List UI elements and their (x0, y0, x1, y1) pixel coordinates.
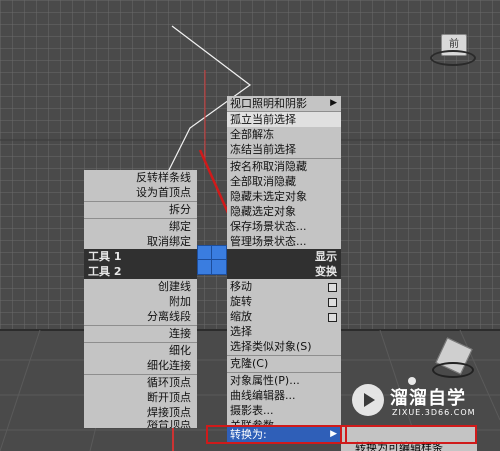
menu-item-break-vertices[interactable]: 断开顶点 (147, 390, 191, 405)
menu-item-select-similar[interactable]: 选择类似对象(S) (230, 339, 312, 354)
quad-header-tools1: 工具 1 (84, 249, 197, 264)
quad-header-transform: 变换 (227, 264, 341, 279)
menu-item-fuse-vertices[interactable]: 熔合顶点 (147, 420, 191, 428)
tools2-label: 工具 2 (88, 265, 122, 278)
quad-menu-right: 视口照明和阴影 ▶ 孤立当前选择 全部解冻 冻结当前选择 按名称取消隐藏 全部取… (227, 96, 341, 442)
menu-item-unhide-by-name[interactable]: 按名称取消隐藏 (230, 159, 307, 174)
menu-item-make-first-vertex[interactable]: 设为首顶点 (136, 185, 191, 200)
viewcube-ring (430, 50, 476, 66)
menu-item-connect[interactable]: 连接 (169, 326, 191, 341)
tools1-label: 工具 1 (88, 250, 122, 263)
menu-item-split[interactable]: 拆分 (169, 202, 191, 217)
quad-header-tools2: 工具 2 (84, 264, 197, 279)
menu-item-save-scene-state[interactable]: 保存场景状态... (230, 219, 307, 234)
menu-item-viewport-lighting[interactable]: 视口照明和阴影 ▶ (227, 96, 341, 111)
viewcube[interactable]: 前 (430, 28, 478, 68)
move-settings-icon[interactable] (328, 283, 337, 292)
menu-item-scale[interactable]: 缩放 (230, 309, 252, 324)
submenu-arrow-icon: ▶ (330, 98, 337, 108)
menu-item-cycle-vertices[interactable]: 循环顶点 (147, 375, 191, 390)
quad-header-display: 显示 (227, 249, 341, 264)
transform-label: 变换 (315, 265, 337, 278)
quad-menu-left: 反转样条线 设为首顶点 拆分 绑定 取消绑定 工具 1 工具 2 创建线 附加 … (84, 170, 197, 428)
rotate-settings-icon[interactable] (328, 298, 337, 307)
menu-item-unhide-all[interactable]: 全部取消隐藏 (230, 174, 296, 189)
menu-item-bind[interactable]: 绑定 (169, 219, 191, 234)
menu-item-curve-editor[interactable]: 曲线编辑器... (230, 388, 296, 403)
menu-item-weld-vertices[interactable]: 焊接顶点 (147, 405, 191, 420)
viewcube-3d-icon[interactable] (432, 336, 474, 380)
menu-item-hide-unselected[interactable]: 隐藏未选定对象 (230, 189, 307, 204)
display-label: 显示 (315, 250, 337, 263)
watermark-brand: 溜溜自学 (390, 388, 466, 409)
menu-item-clone[interactable]: 克隆(C) (230, 356, 268, 371)
menu-item-freeze-selection[interactable]: 冻结当前选择 (230, 142, 296, 157)
menu-item-refine[interactable]: 细化 (169, 343, 191, 358)
menu-item-select[interactable]: 选择 (230, 324, 252, 339)
watermark-logo-icon (352, 384, 384, 416)
menu-item-detach-segment[interactable]: 分离线段 (147, 309, 191, 324)
menu-item-manage-scene-states[interactable]: 管理场景状态... (230, 234, 307, 249)
viewport-lighting-label: 视口照明和阴影 (230, 97, 307, 110)
watermark: 溜溜自学 ZIXUE.3D66.COM (350, 380, 490, 424)
menu-item-create-line[interactable]: 创建线 (158, 279, 191, 294)
quad-center-indicator[interactable] (197, 245, 227, 275)
menu-item-hide-selection[interactable]: 隐藏选定对象 (230, 204, 296, 219)
highlight-box-convert-to (206, 425, 347, 444)
menu-item-refine-connect[interactable]: 细化连接 (147, 358, 191, 373)
scale-settings-icon[interactable] (328, 313, 337, 322)
menu-item-dope-sheet[interactable]: 摄影表... (230, 403, 274, 418)
menu-item-move[interactable]: 移动 (230, 279, 252, 294)
menu-item-object-properties[interactable]: 对象属性(P)... (230, 373, 300, 388)
watermark-url: ZIXUE.3D66.COM (392, 408, 476, 417)
highlight-box-submenu (340, 425, 477, 444)
menu-item-unbind[interactable]: 取消绑定 (147, 234, 191, 249)
menu-item-unfreeze-all[interactable]: 全部解冻 (230, 127, 274, 142)
menu-item-rotate[interactable]: 旋转 (230, 294, 252, 309)
menu-item-isolate-selection[interactable]: 孤立当前选择 (227, 112, 341, 127)
menu-item-reverse-spline[interactable]: 反转样条线 (136, 170, 191, 185)
menu-item-attach[interactable]: 附加 (169, 294, 191, 309)
